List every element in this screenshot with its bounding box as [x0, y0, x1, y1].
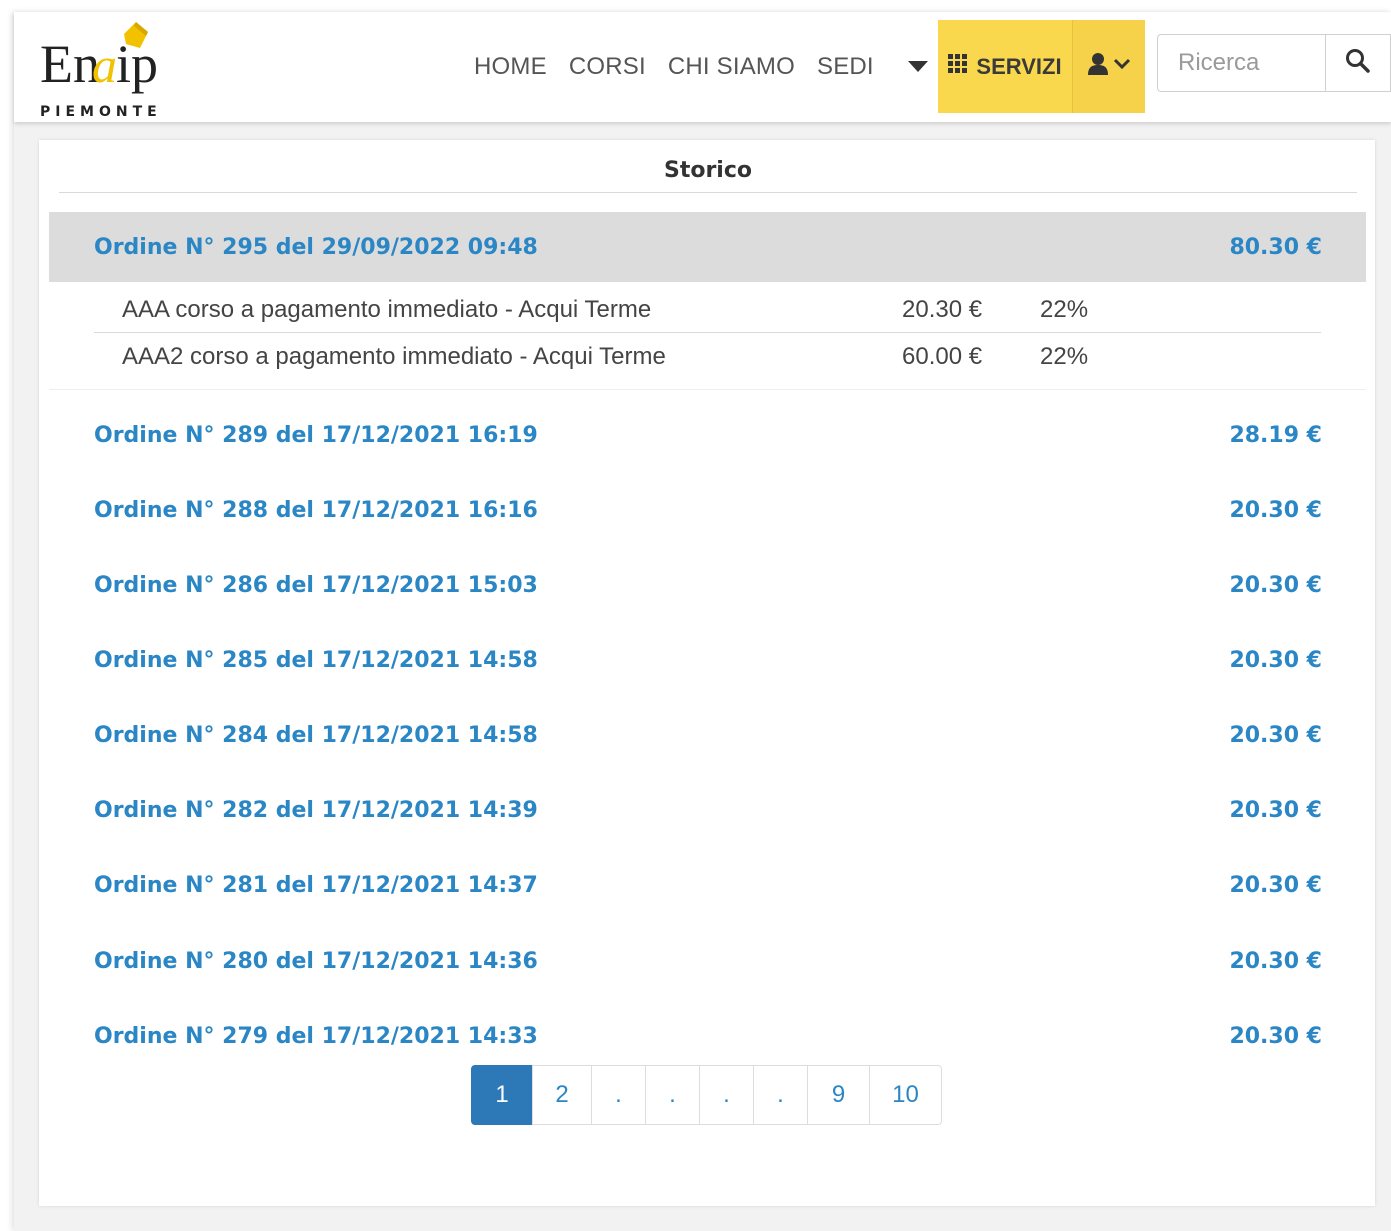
- page-button[interactable]: 10: [869, 1065, 942, 1125]
- search-icon: [1345, 48, 1371, 79]
- order-items: AAA corso a pagamento immediato - Acqui …: [49, 286, 1366, 390]
- order-row[interactable]: Ordine N° 288 del 17/12/2021 16:16 20.30…: [49, 475, 1366, 545]
- storico-panel: Storico Ordine N° 295 del 29/09/2022 09:…: [39, 140, 1375, 1206]
- page-button[interactable]: 2: [532, 1065, 592, 1125]
- pagination: 1 2 . . . . 9 10: [471, 1065, 942, 1125]
- grid-icon: [948, 54, 968, 79]
- order-row[interactable]: Ordine N° 284 del 17/12/2021 14:58 20.30…: [49, 700, 1366, 770]
- order-title: Ordine N° 284 del 17/12/2021 14:58: [94, 722, 538, 748]
- svg-text:En: En: [40, 34, 100, 94]
- order-amount: 20.30 €: [1229, 797, 1322, 823]
- chevron-down-icon: [1113, 57, 1131, 76]
- order-row[interactable]: Ordine N° 280 del 17/12/2021 14:36 20.30…: [49, 926, 1366, 996]
- item-vat: 22%: [1040, 343, 1089, 370]
- top-navbar: En a ip PIEMONTE HOME CORSI CHI SIAMO SE…: [14, 12, 1391, 122]
- page-frame: En a ip PIEMONTE HOME CORSI CHI SIAMO SE…: [14, 12, 1391, 1231]
- order-amount: 20.30 €: [1229, 1023, 1322, 1049]
- order-title: Ordine N° 285 del 17/12/2021 14:58: [94, 647, 538, 673]
- page-button[interactable]: 1: [471, 1065, 533, 1125]
- order-title: Ordine N° 289 del 17/12/2021 16:19: [94, 422, 538, 448]
- order-title: Ordine N° 286 del 17/12/2021 15:03: [94, 572, 538, 598]
- order-title: Ordine N° 295 del 29/09/2022 09:48: [94, 234, 538, 260]
- order-amount: 28.19 €: [1229, 422, 1322, 448]
- order-amount: 20.30 €: [1229, 948, 1322, 974]
- item-description: AAA2 corso a pagamento immediato - Acqui…: [122, 343, 666, 370]
- search-input[interactable]: [1157, 34, 1325, 92]
- order-amount: 20.30 €: [1229, 722, 1322, 748]
- page-button[interactable]: .: [753, 1065, 808, 1125]
- order-row[interactable]: Ordine N° 295 del 29/09/2022 09:48 80.30…: [49, 212, 1366, 282]
- user-icon: [1087, 52, 1109, 81]
- nav-chi-siamo[interactable]: CHI SIAMO: [668, 53, 795, 81]
- logo-subtitle: PIEMONTE: [40, 104, 162, 120]
- order-title: Ordine N° 281 del 17/12/2021 14:37: [94, 872, 538, 898]
- order-title: Ordine N° 280 del 17/12/2021 14:36: [94, 948, 538, 974]
- order-item-row: AAA2 corso a pagamento immediato - Acqui…: [94, 333, 1321, 379]
- order-row[interactable]: Ordine N° 286 del 17/12/2021 15:03 20.30…: [49, 550, 1366, 620]
- order-amount: 20.30 €: [1229, 647, 1322, 673]
- order-row[interactable]: Ordine N° 289 del 17/12/2021 16:19 28.19…: [49, 400, 1366, 470]
- order-row[interactable]: Ordine N° 281 del 17/12/2021 14:37 20.30…: [49, 850, 1366, 920]
- main-nav: HOME CORSI CHI SIAMO SEDI: [474, 50, 896, 84]
- order-title: Ordine N° 279 del 17/12/2021 14:33: [94, 1023, 538, 1049]
- user-menu-button[interactable]: [1072, 20, 1145, 113]
- item-price: 20.30 €: [902, 296, 983, 323]
- svg-text:a: a: [92, 37, 117, 93]
- page-button[interactable]: 9: [807, 1065, 870, 1125]
- order-row[interactable]: Ordine N° 279 del 17/12/2021 14:33 20.30…: [49, 1001, 1366, 1071]
- divider: [59, 192, 1357, 193]
- search-button[interactable]: [1325, 34, 1391, 92]
- order-item-row: AAA corso a pagamento immediato - Acqui …: [94, 286, 1321, 332]
- order-amount: 20.30 €: [1229, 872, 1322, 898]
- order-amount: 80.30 €: [1229, 234, 1322, 260]
- order-row[interactable]: Ordine N° 282 del 17/12/2021 14:39 20.30…: [49, 775, 1366, 845]
- item-description: AAA corso a pagamento immediato - Acqui …: [122, 296, 652, 323]
- order-amount: 20.30 €: [1229, 572, 1322, 598]
- servizi-button[interactable]: SERVIZI: [938, 20, 1072, 113]
- order-title: Ordine N° 288 del 17/12/2021 16:16: [94, 497, 538, 523]
- order-amount: 20.30 €: [1229, 497, 1322, 523]
- item-price: 60.00 €: [902, 343, 983, 370]
- item-vat: 22%: [1040, 296, 1089, 323]
- servizi-label: SERVIZI: [976, 53, 1062, 79]
- enaip-logo[interactable]: En a ip PIEMONTE: [40, 20, 170, 120]
- order-row[interactable]: Ordine N° 285 del 17/12/2021 14:58 20.30…: [49, 625, 1366, 695]
- nav-home[interactable]: HOME: [474, 53, 547, 81]
- caret-down-icon[interactable]: [907, 58, 929, 74]
- page-button[interactable]: .: [645, 1065, 700, 1125]
- nav-sedi[interactable]: SEDI: [817, 53, 874, 81]
- svg-text:ip: ip: [116, 34, 158, 94]
- order-title: Ordine N° 282 del 17/12/2021 14:39: [94, 797, 538, 823]
- page-button[interactable]: .: [591, 1065, 646, 1125]
- nav-corsi[interactable]: CORSI: [569, 53, 646, 81]
- divider: [49, 389, 1366, 390]
- page-button[interactable]: .: [699, 1065, 754, 1125]
- panel-title: Storico: [663, 158, 753, 183]
